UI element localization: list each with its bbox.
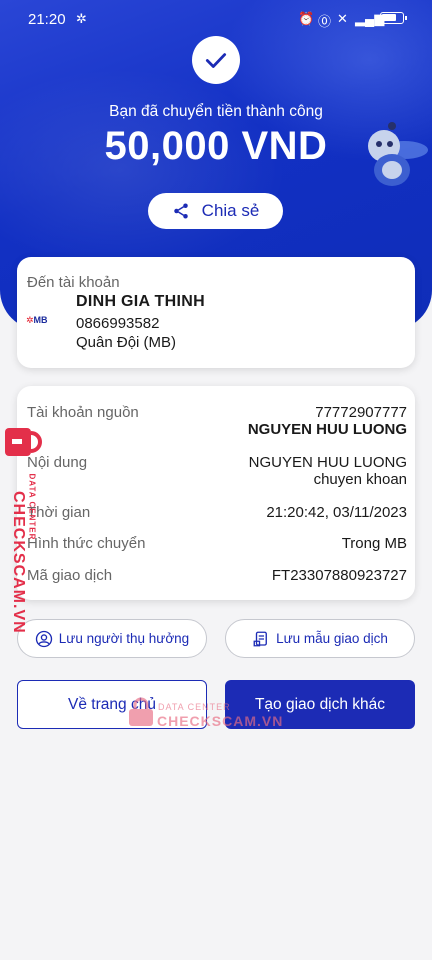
recipient-label: Đến tài khoản	[27, 274, 120, 291]
document-icon	[253, 631, 267, 646]
status-bar: 21:20 ✲ ⏰ ⓪ ✕ ▂▄▆	[0, 0, 432, 38]
battery-icon	[380, 12, 407, 24]
detail-row-source: Tài khoản nguồn 77772907777 NGUYEN HUU LU…	[27, 404, 407, 444]
recipient-card: Đến tài khoản ✲MB DINH GIA THINH 0866993…	[17, 257, 415, 368]
watermark-lock-icon	[129, 697, 153, 726]
watermark-side: CHECKSCAM.VN DATA CENTER	[5, 427, 45, 634]
mascot-illustration	[368, 122, 428, 186]
recipient-name: DINH GIA THINH	[76, 293, 205, 310]
recipient-account-number: 0866993582	[76, 315, 160, 332]
source-value: 77772907777 NGUYEN HUU LUONG	[247, 404, 407, 438]
watermark-center-brand: CHECKSCAM.VN	[157, 713, 284, 729]
transaction-details-card: Tài khoản nguồn 77772907777 NGUYEN HUU LU…	[17, 386, 415, 600]
mb-bank-logo: ✲MB	[26, 315, 48, 325]
status-time: 21:20	[28, 11, 66, 28]
shield-icon: ⓪	[318, 14, 332, 29]
save-beneficiary-label: Lưu người thụ hưởng	[58, 631, 190, 646]
watermark-sub-vertical: DATA CENTER	[27, 473, 37, 541]
content-value: NGUYEN HUU LUONG chuyen khoan	[248, 454, 407, 488]
watermark-center: DATA CENTER CHECKSCAM.VN	[128, 697, 282, 732]
transaction-id-value: FT23307880923727	[271, 567, 407, 584]
pinwheel-icon: ✲	[76, 11, 87, 26]
detail-row-content: Nội dung NGUYEN HUU LUONG chuyen khoan	[27, 454, 407, 494]
save-template-label: Lưu mẫu giao dịch	[276, 631, 388, 646]
watermark-center-sub: DATA CENTER	[158, 702, 231, 712]
share-button[interactable]: Chia sẻ	[148, 193, 283, 229]
save-template-button[interactable]: Lưu mẫu giao dịch	[225, 619, 415, 658]
time-value: 21:20:42, 03/11/2023	[266, 504, 407, 521]
share-label: Chia sẻ	[201, 201, 260, 220]
user-circle-icon	[35, 630, 52, 647]
watermark-brand-vertical: CHECKSCAM.VN	[10, 491, 27, 634]
alarm-icon: ⏰	[298, 11, 315, 26]
mute-icon: ✕	[337, 11, 348, 26]
recipient-bank-name: Quân Đội (MB)	[76, 334, 177, 351]
watermark-lock-icon	[5, 428, 42, 456]
source-label: Tài khoản nguồn	[27, 404, 139, 421]
save-beneficiary-button[interactable]: Lưu người thụ hưởng	[17, 619, 207, 658]
method-value: Trong MB	[341, 535, 407, 552]
success-check-icon	[192, 36, 240, 84]
share-icon	[173, 203, 188, 219]
